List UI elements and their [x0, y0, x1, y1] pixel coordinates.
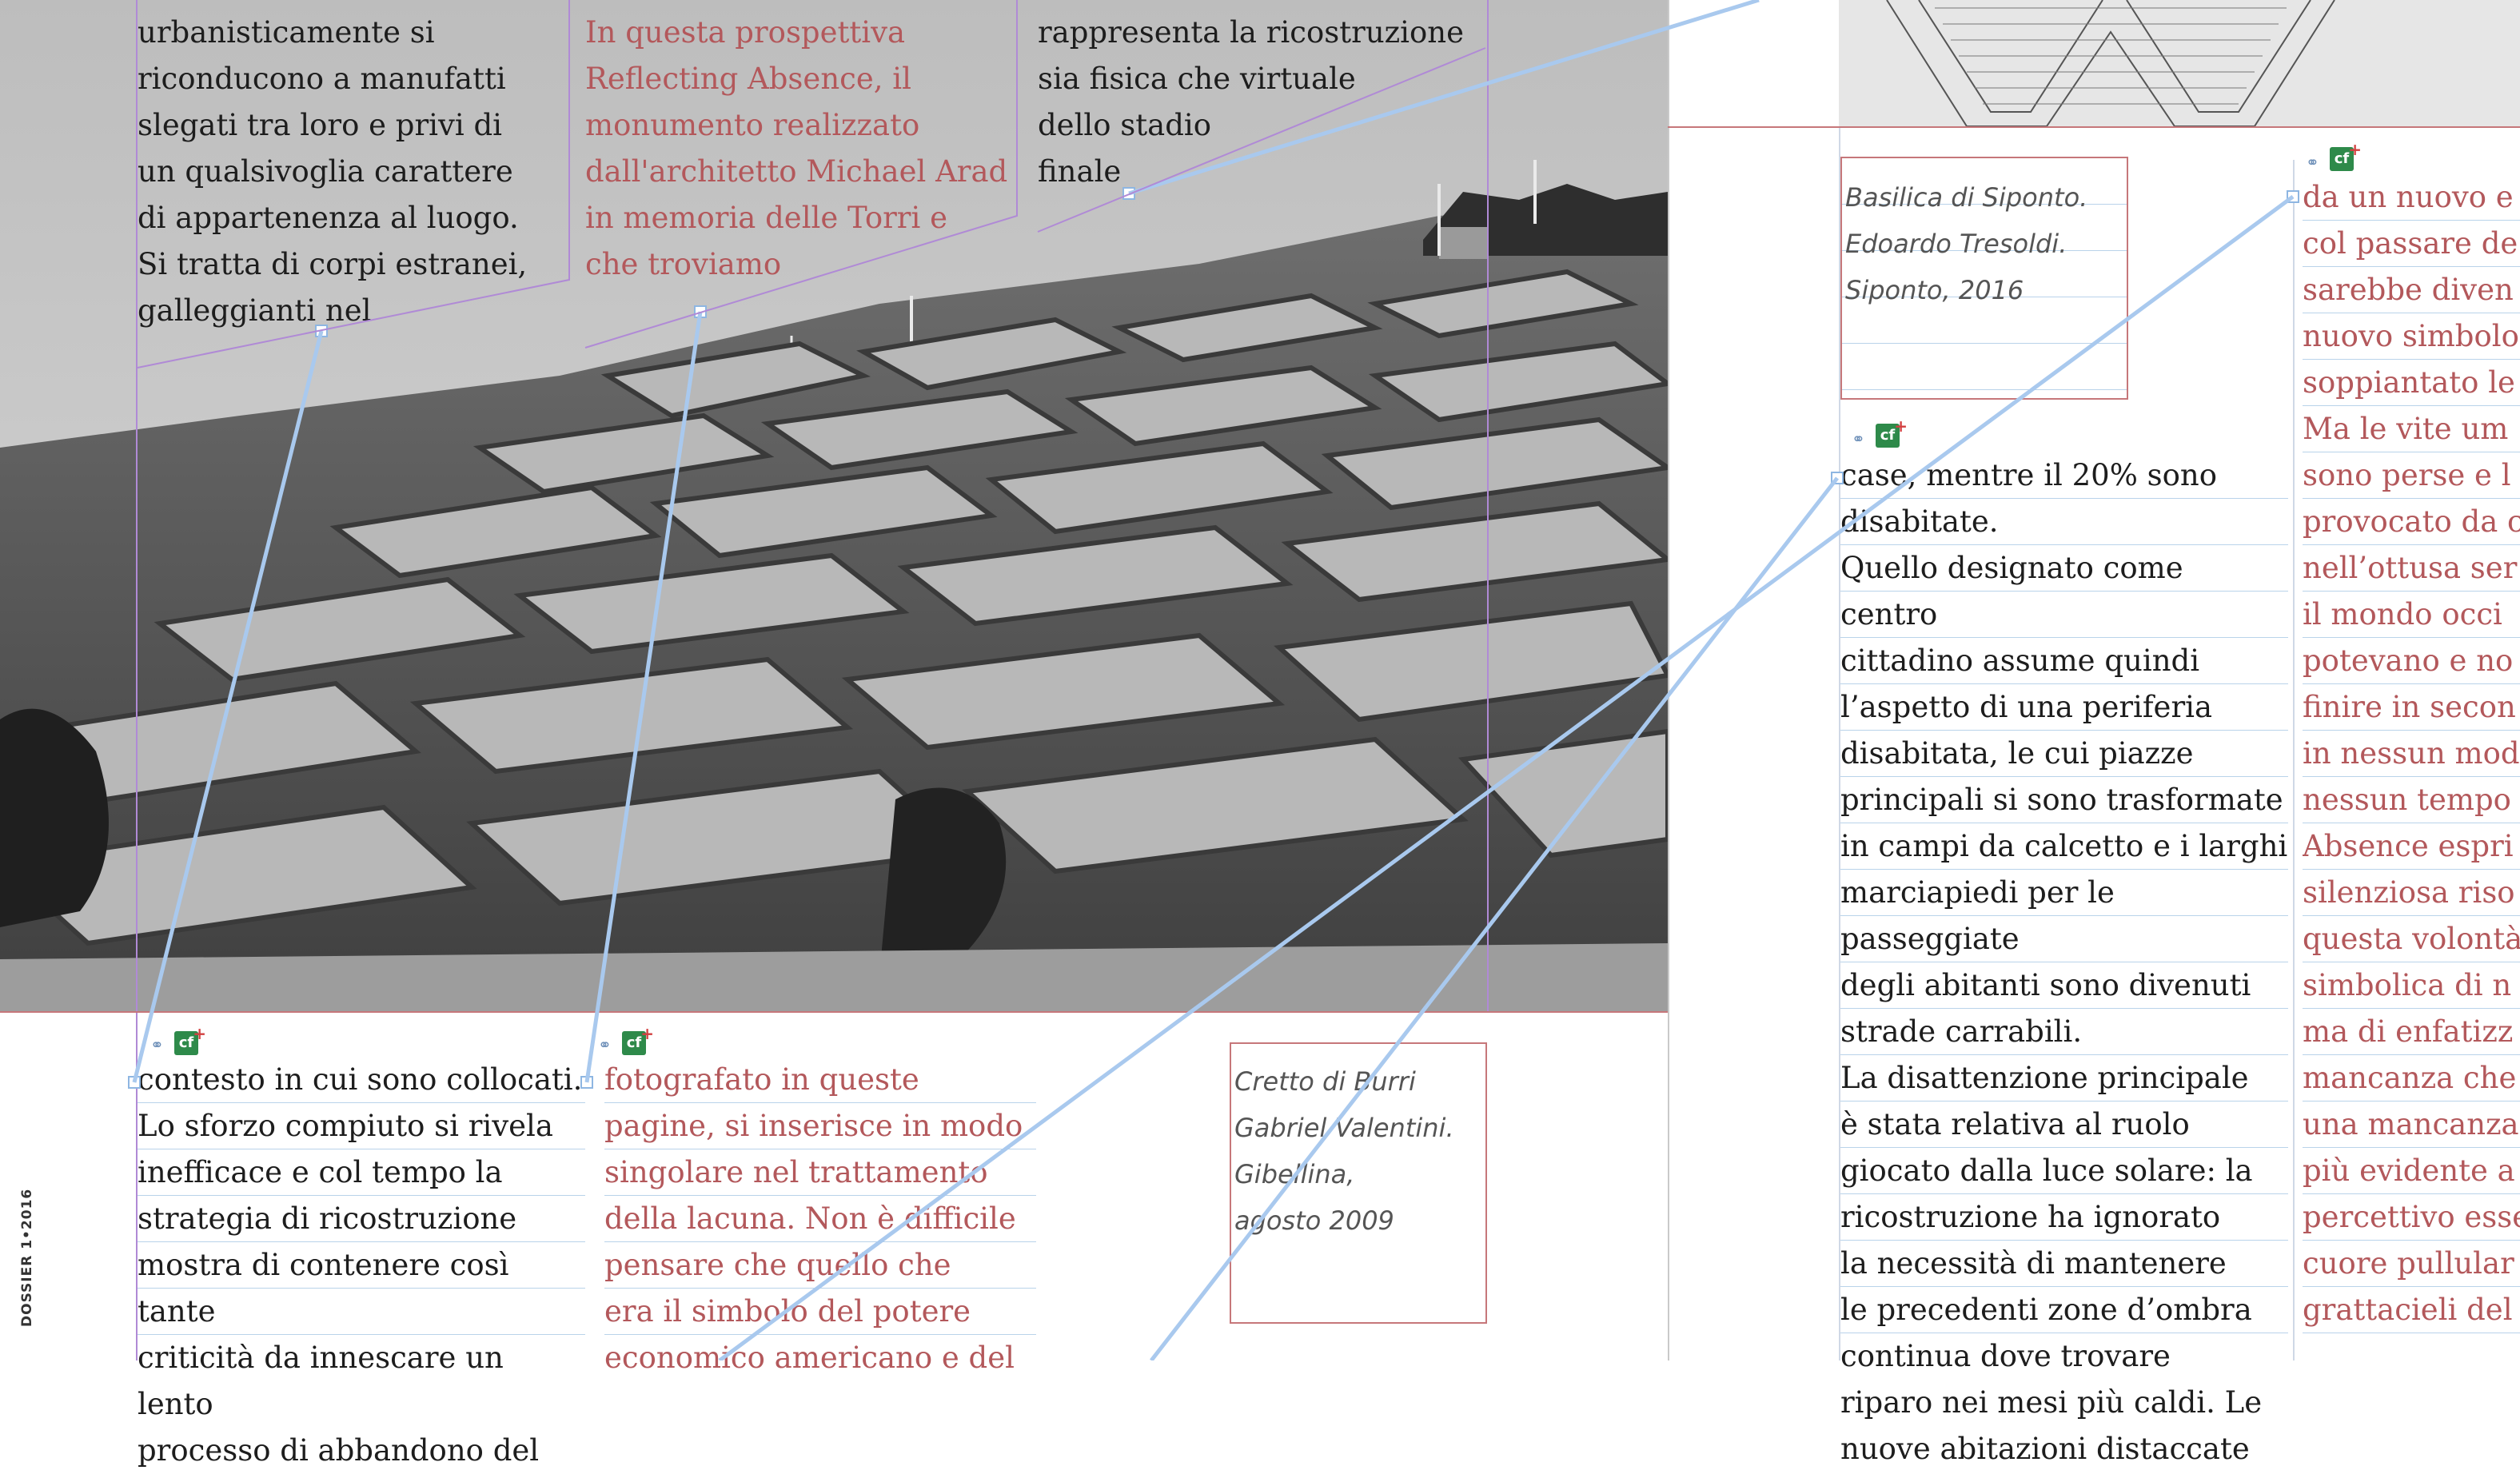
out-port[interactable]: [1122, 187, 1135, 200]
wire-structure-illustration: [1839, 0, 2520, 126]
out-port[interactable]: [694, 305, 707, 318]
page-edge: [1668, 0, 1669, 1360]
link-icon[interactable]: ⚭: [2306, 154, 2328, 170]
caption-line: agosto 2009: [1234, 1205, 1394, 1236]
caption-line: Gabriel Valentini.: [1234, 1113, 1454, 1143]
body-text: case, mentre il 20% sono disabitate. Que…: [1840, 458, 2288, 1466]
link-icon[interactable]: ⚭: [150, 1037, 173, 1053]
caption-line: Edoardo Tresoldi.: [1845, 229, 2067, 259]
body-text-red: fotografato in queste pagine, si inseris…: [604, 1062, 1023, 1375]
photo-bottom-guide: [0, 1011, 1668, 1013]
body-text: urbanisticamente si riconducono a manufa…: [138, 15, 528, 328]
caption-frame-left[interactable]: Cretto di Burri Gabriel Valentini. Gibel…: [1230, 1042, 1487, 1324]
badge-label: cf: [2334, 150, 2350, 167]
photo-bottom-guide: [1668, 126, 2520, 128]
badge-label: cf: [178, 1034, 194, 1051]
body-text-red: In questa prospettiva Reflecting Absence…: [585, 15, 1008, 281]
in-port[interactable]: [580, 1076, 593, 1089]
body-text-red: da un nuovo e col passare de sarebbe div…: [2303, 180, 2520, 1327]
in-port[interactable]: [2287, 190, 2299, 203]
text-frame-3[interactable]: rappresenta la ricostruzione sia fisica …: [1038, 10, 1485, 201]
in-port[interactable]: [128, 1076, 141, 1089]
caption-line: Basilica di Siponto.: [1845, 182, 2088, 213]
body-text: rappresenta la ricostruzione sia fisica …: [1038, 15, 1464, 189]
text-frame-4[interactable]: contesto in cui sono collocati. Lo sforz…: [138, 1057, 585, 1468]
text-frame-right-2[interactable]: da un nuovo e col passare de sarebbe div…: [2303, 174, 2520, 1360]
folio: DOSSIER 1•2016: [19, 1188, 35, 1327]
link-icon[interactable]: ⚭: [598, 1037, 620, 1053]
link-icon[interactable]: ⚭: [1852, 431, 1874, 447]
caption-line: Siponto, 2016: [1845, 275, 2024, 305]
cc-badge-icon[interactable]: cf: [174, 1022, 206, 1055]
body-text: contesto in cui sono collocati. Lo sforz…: [138, 1062, 583, 1468]
text-frame-right-1[interactable]: case, mentre il 20% sono disabitate. Que…: [1840, 452, 2288, 1466]
text-frame-5[interactable]: fotografato in queste pagine, si inseris…: [604, 1057, 1036, 1375]
badge-label: cf: [626, 1034, 642, 1051]
out-port[interactable]: [315, 325, 328, 337]
text-frame-2[interactable]: In questa prospettiva Reflecting Absence…: [585, 10, 1017, 297]
caption-line: Gibellina,: [1234, 1159, 1355, 1189]
caption-line: Cretto di Burri: [1234, 1066, 1416, 1097]
siponto-photo[interactable]: [1839, 0, 2520, 126]
column-divider: [2293, 160, 2295, 1360]
badge-label: cf: [1880, 427, 1896, 444]
cc-badge-icon[interactable]: cf: [1876, 414, 1908, 448]
cc-badge-icon[interactable]: cf: [622, 1022, 654, 1055]
in-port[interactable]: [1831, 472, 1844, 484]
caption-frame-right[interactable]: Basilica di Siponto. Edoardo Tresoldi. S…: [1840, 157, 2128, 400]
text-frame-1[interactable]: urbanisticamente si riconducono a manufa…: [138, 10, 569, 345]
cc-badge-icon[interactable]: cf: [2330, 137, 2362, 171]
column-guide: [1487, 0, 1489, 1011]
